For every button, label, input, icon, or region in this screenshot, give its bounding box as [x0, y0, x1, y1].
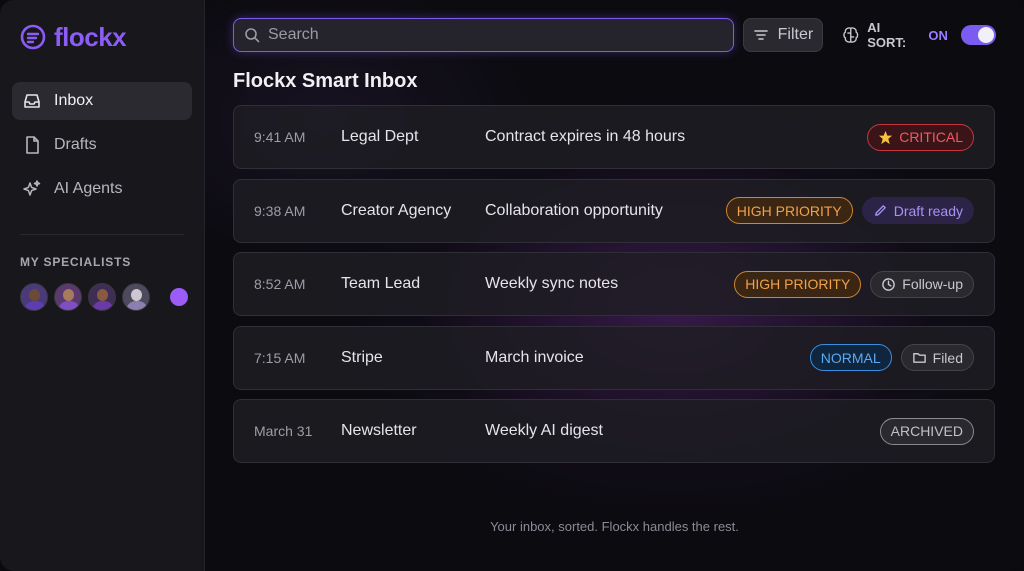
badge-label: Draft ready [893, 202, 963, 219]
sparkle-icon [23, 180, 41, 196]
message-sender: Legal Dept [341, 128, 419, 145]
app-window: flockx Inbox Drafts AI Agents MY SPECIAL… [0, 0, 1024, 571]
badge-label: CRITICAL [899, 129, 963, 145]
online-status-dot [170, 288, 188, 306]
specialist-avatar[interactable] [54, 283, 82, 311]
pencil-icon [874, 205, 886, 216]
message-subject: Collaboration opportunity [485, 201, 663, 219]
ai-sort-label: AI SORT: [867, 20, 907, 50]
sidebar-item-ai-agents[interactable]: AI Agents [12, 170, 192, 208]
message-time: 7:15 AM [254, 349, 306, 366]
inbox-icon [24, 94, 40, 108]
ai-sort-control: AI SORT: ON [841, 20, 997, 50]
message-badges: HIGH PRIORITY Draft ready [725, 197, 974, 224]
normal-badge: NORMAL [809, 344, 892, 371]
page-title: Flockx Smart Inbox [233, 70, 418, 92]
specialist-avatar[interactable] [20, 283, 48, 311]
message-sender: Creator Agency [341, 201, 452, 219]
message-subject: Contract expires in 48 hours [485, 128, 686, 145]
sidebar: flockx Inbox Drafts AI Agents MY SPECIAL… [0, 0, 205, 571]
ai-sort-state: ON [928, 27, 948, 43]
message-badges: HIGH PRIORITY Follow-up [734, 270, 974, 298]
specialists-list [12, 283, 192, 311]
sidebar-item-inbox[interactable]: Inbox [12, 82, 192, 120]
filter-icon [753, 30, 768, 40]
draft-ready-badge[interactable]: Draft ready [861, 197, 974, 224]
badge-label: Follow-up [902, 276, 963, 292]
specialist-avatar[interactable] [88, 283, 116, 311]
search-icon [245, 28, 260, 43]
message-sender: Team Lead [341, 275, 421, 292]
footer-tagline: Your inbox, sorted. Flockx handles the r… [490, 519, 739, 534]
high-priority-badge: HIGH PRIORITY [734, 270, 862, 298]
main-panel: Filter AI SORT: ON Flockx Smart Inbox 9:… [205, 0, 1024, 571]
follow-up-badge[interactable]: Follow-up [870, 270, 974, 298]
message-subject: Weekly AI digest [485, 422, 603, 439]
message-badges: NORMAL Filed [809, 344, 974, 371]
filter-button[interactable]: Filter [743, 18, 823, 52]
sidebar-item-label: Inbox [54, 92, 94, 109]
brain-icon [842, 27, 858, 43]
message-subject: March invoice [485, 348, 584, 366]
archived-badge: ARCHIVED [879, 417, 974, 445]
message-time: March 31 [254, 423, 313, 439]
message-row[interactable]: 7:15 AM Stripe March invoice NORMAL File… [233, 325, 995, 390]
sidebar-item-label: Drafts [54, 136, 97, 153]
message-time: 9:41 AM [254, 129, 306, 145]
flockx-logo-icon [20, 24, 46, 50]
message-time: 9:38 AM [254, 202, 306, 219]
message-time: 8:52 AM [254, 276, 306, 292]
message-list: 9:41 AM Legal Dept Contract expires in 4… [233, 105, 995, 473]
star-icon [879, 130, 893, 144]
brand-name: flockx [54, 21, 127, 52]
brand-logo[interactable]: flockx [12, 20, 192, 54]
sidebar-divider [20, 234, 184, 235]
search-box[interactable] [233, 18, 735, 52]
critical-badge: CRITICAL [867, 123, 974, 151]
message-badges: ARCHIVED [879, 417, 974, 445]
message-badges: CRITICAL [867, 123, 974, 151]
specialist-avatar[interactable] [122, 283, 150, 311]
clock-icon [882, 277, 896, 291]
message-row[interactable]: March 31 Newsletter Weekly AI digest ARC… [233, 399, 995, 463]
high-priority-badge: HIGH PRIORITY [725, 197, 853, 224]
search-input[interactable] [268, 26, 708, 44]
specialists-heading: MY SPECIALISTS [20, 255, 131, 269]
ai-sort-toggle[interactable] [960, 25, 997, 45]
filed-badge[interactable]: Filed [900, 344, 974, 371]
message-row[interactable]: 9:38 AM Creator Agency Collaboration opp… [233, 178, 995, 243]
sidebar-item-label: AI Agents [54, 180, 123, 197]
message-row[interactable]: 9:41 AM Legal Dept Contract expires in 4… [233, 105, 995, 169]
message-row[interactable]: 8:52 AM Team Lead Weekly sync notes HIGH… [233, 252, 995, 316]
top-toolbar: Filter AI SORT: ON [233, 18, 997, 52]
toggle-knob [978, 27, 995, 43]
filter-label: Filter [777, 26, 814, 43]
sidebar-nav: Inbox Drafts AI Agents [12, 82, 192, 208]
folder-icon [912, 353, 926, 363]
sidebar-item-drafts[interactable]: Drafts [12, 126, 192, 164]
message-sender: Newsletter [341, 422, 417, 439]
badge-label: Filed [932, 349, 963, 366]
document-icon [26, 136, 39, 154]
message-sender: Stripe [341, 348, 383, 366]
message-subject: Weekly sync notes [485, 275, 619, 292]
